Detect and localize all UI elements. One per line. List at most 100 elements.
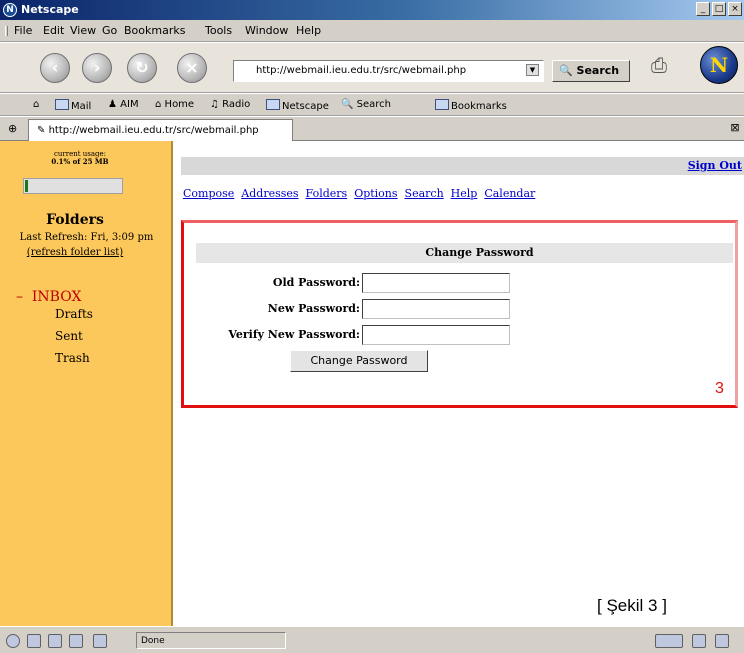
stop-icon: × <box>185 58 199 77</box>
reload-icon: ↻ <box>135 58 149 77</box>
connection-icon <box>655 634 683 648</box>
nav-addresses[interactable]: Addresses <box>241 187 298 200</box>
webmail-nav: Compose Addresses Folders Options Search… <box>183 187 535 200</box>
close-button[interactable]: × <box>728 2 742 16</box>
url-bar[interactable]: http://webmail.ieu.edu.tr/src/webmail.ph… <box>233 60 544 82</box>
new-password-input[interactable] <box>362 299 510 319</box>
forward-button[interactable]: › <box>82 53 112 83</box>
maximize-button[interactable]: □ <box>712 2 726 16</box>
search-icon: 🔍 <box>559 64 573 77</box>
main-content: Sign Out Compose Addresses Folders Optio… <box>175 141 744 626</box>
verify-password-input[interactable] <box>362 325 510 345</box>
security-icon[interactable] <box>692 634 706 648</box>
nav-help[interactable]: Help <box>451 187 478 200</box>
pb-radio[interactable]: ♫ Radio <box>210 99 250 110</box>
minimize-button[interactable]: _ <box>696 2 710 16</box>
print-icon[interactable]: ⎙ <box>651 53 691 83</box>
menu-tools[interactable]: Tools <box>205 24 232 37</box>
address-book-icon[interactable] <box>93 634 107 648</box>
usage-value: 0.1% of 25 MB <box>51 157 109 166</box>
folder-drafts[interactable]: Drafts <box>55 307 93 321</box>
mail-status-icon[interactable] <box>27 634 41 648</box>
new-password-row: New Password: <box>184 299 584 321</box>
forward-arrow-icon: › <box>93 58 101 77</box>
toolbar-grip[interactable] <box>5 26 8 36</box>
netscape-icon: N <box>3 3 17 17</box>
folder-inbox[interactable]: – INBOX <box>16 289 81 305</box>
url-text: http://webmail.ieu.edu.tr/src/webmail.ph… <box>256 65 467 76</box>
search-button-label: Search <box>576 64 620 77</box>
old-password-label: Old Password: <box>272 276 360 289</box>
nav-compose[interactable]: Compose <box>183 187 234 200</box>
pb-search[interactable]: 🔍 Search <box>341 99 391 110</box>
pb-home[interactable]: ⌂ Home <box>155 99 194 110</box>
folder-sent[interactable]: Sent <box>55 329 83 343</box>
menu-edit[interactable]: Edit <box>43 24 64 37</box>
menu-file[interactable]: File <box>14 24 32 37</box>
menu-help[interactable]: Help <box>296 24 321 37</box>
figure-caption: [ Şekil 3 ] <box>597 596 667 615</box>
menu-go[interactable]: Go <box>102 24 117 37</box>
reload-button[interactable]: ↻ <box>127 53 157 83</box>
pb-aim[interactable]: ♟ AIM <box>108 99 139 110</box>
folder-trash[interactable]: Trash <box>55 351 90 365</box>
new-tab-icon[interactable]: ⊕ <box>8 122 17 135</box>
search-button[interactable]: 🔍 Search <box>552 60 630 82</box>
pb-netscape[interactable]: Netscape <box>266 99 329 112</box>
pb-mail[interactable]: Mail <box>55 99 91 112</box>
status-bar: Done <box>0 626 744 653</box>
change-password-header: Change Password <box>196 243 733 263</box>
url-dropdown-icon[interactable]: ▼ <box>526 64 539 76</box>
back-arrow-icon: ‹ <box>51 58 59 77</box>
usage-bar-fill <box>25 180 28 192</box>
nav-search[interactable]: Search <box>405 187 444 200</box>
bookmarks-icon <box>435 99 449 110</box>
top-stripe: Sign Out <box>181 157 744 175</box>
collapse-icon[interactable]: – <box>16 289 23 305</box>
tab-label: http://webmail.ieu.edu.tr/src/webmail.ph… <box>48 125 259 136</box>
aim-status-icon[interactable] <box>48 634 62 648</box>
refresh-folder-list-link[interactable]: (refresh folder list) <box>0 247 150 258</box>
verify-password-label: Verify New Password: <box>228 328 360 341</box>
netscape-throbber-icon[interactable]: N <box>700 46 738 84</box>
step-number: 3 <box>715 380 724 397</box>
change-password-button[interactable]: Change Password <box>290 350 428 372</box>
window-title: Netscape <box>21 3 79 16</box>
sidebar-toggle-icon[interactable] <box>715 634 729 648</box>
menu-view[interactable]: View <box>70 24 96 37</box>
usage-info: current usage: 0.1% of 25 MB <box>20 150 140 166</box>
window-titlebar: N Netscape _ □ × <box>0 0 744 20</box>
back-button[interactable]: ‹ <box>40 53 70 83</box>
tab-bar: ⊕ ✎ http://webmail.ieu.edu.tr/src/webmai… <box>0 117 744 141</box>
highlight-frame: Change Password Old Password: New Passwo… <box>181 220 738 408</box>
menu-bar: File Edit View Go Bookmarks Tools Window… <box>0 20 744 42</box>
usage-bar <box>23 178 123 194</box>
aim-icon: ♟ <box>108 99 117 110</box>
home-tab-icon[interactable]: ⌂ <box>33 99 39 110</box>
nav-options[interactable]: Options <box>354 187 397 200</box>
nav-folders[interactable]: Folders <box>306 187 348 200</box>
new-password-label: New Password: <box>267 302 360 315</box>
menu-bookmarks[interactable]: Bookmarks <box>124 24 185 37</box>
sign-out-link[interactable]: Sign Out <box>688 159 742 172</box>
pb-bookmarks[interactable]: Bookmarks <box>435 99 507 112</box>
old-password-row: Old Password: <box>184 273 584 295</box>
inbox-label: INBOX <box>31 289 82 305</box>
menu-window[interactable]: Window <box>245 24 288 37</box>
old-password-input[interactable] <box>362 273 510 293</box>
mail-icon <box>55 99 69 110</box>
folders-title: Folders <box>46 212 104 228</box>
nav-calendar[interactable]: Calendar <box>484 187 535 200</box>
personal-toolbar: ⌂ Mail ♟ AIM ⌂ Home ♫ Radio Netscape 🔍 S… <box>0 94 744 116</box>
home-icon: ⌂ <box>155 99 162 110</box>
navigator-icon[interactable] <box>6 634 20 648</box>
page-icon: ✎ <box>37 125 46 136</box>
close-tab-icon[interactable]: ⊠ <box>728 121 742 135</box>
verify-password-row: Verify New Password: <box>184 325 584 347</box>
stop-button[interactable]: × <box>177 53 207 83</box>
search-icon: 🔍 <box>341 99 354 110</box>
netscape-folder-icon <box>266 99 280 110</box>
composer-icon[interactable] <box>69 634 83 648</box>
radio-icon: ♫ <box>210 99 219 110</box>
tab-webmail[interactable]: ✎ http://webmail.ieu.edu.tr/src/webmail.… <box>28 119 293 141</box>
